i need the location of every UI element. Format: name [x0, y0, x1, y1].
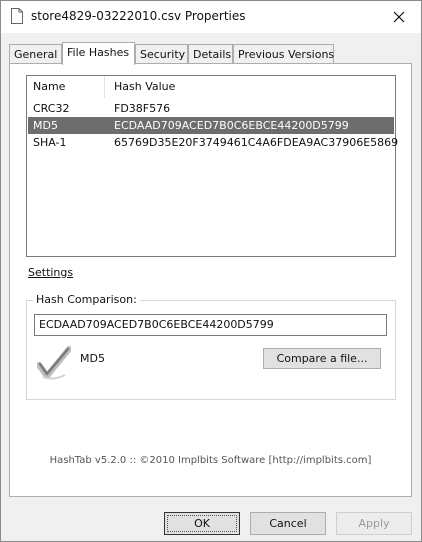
hash-name: MD5: [33, 119, 58, 132]
column-header-name[interactable]: Name: [33, 80, 65, 93]
hash-name: SHA-1: [33, 136, 67, 149]
window-title: store4829-03222010.csv Properties: [31, 9, 246, 23]
list-item[interactable]: CRC32 FD38F576: [28, 100, 394, 117]
tab-details[interactable]: Details: [188, 44, 233, 63]
properties-window: store4829-03222010.csv Properties Genera…: [0, 0, 422, 542]
column-separator[interactable]: [104, 76, 105, 98]
match-algorithm-label: MD5: [80, 352, 105, 365]
list-header: Name Hash Value: [27, 76, 395, 98]
file-hashes-panel: Name Hash Value CRC32 FD38F576 MD5 ECDAA…: [9, 63, 412, 497]
list-item[interactable]: SHA-1 65769D35E20F3749461C4A6FDEA9AC3790…: [28, 134, 398, 151]
tab-file-hashes[interactable]: File Hashes: [62, 42, 135, 65]
apply-button[interactable]: Apply: [336, 512, 412, 535]
ok-button[interactable]: OK: [164, 512, 240, 535]
hashtab-credits: HashTab v5.2.0 :: ©2010 Implbits Softwar…: [49, 455, 372, 466]
focus-rectangle: [167, 515, 237, 532]
tab-previous-versions[interactable]: Previous Versions: [233, 44, 334, 63]
checkmark-icon: [37, 346, 71, 380]
list-item-selected[interactable]: MD5 ECDAAD709ACED7B0C6EBCE44200D5799: [28, 117, 394, 134]
column-header-hash-value[interactable]: Hash Value: [114, 80, 175, 93]
hash-comparison-input[interactable]: ECDAAD709ACED7B0C6EBCE44200D5799: [34, 314, 387, 336]
hash-value: ECDAAD709ACED7B0C6EBCE44200D5799: [114, 119, 349, 132]
tab-security[interactable]: Security: [135, 44, 188, 63]
hash-comparison-group: Hash Comparison: ECDAAD709ACED7B0C6EBCE4…: [26, 293, 396, 400]
hash-name: CRC32: [33, 102, 70, 115]
close-button[interactable]: [377, 1, 421, 33]
settings-link[interactable]: Settings: [28, 266, 73, 279]
close-icon: [393, 11, 405, 23]
cancel-button[interactable]: Cancel: [250, 512, 326, 535]
hash-value: 65769D35E20F3749461C4A6FDEA9AC37906E5869: [114, 136, 399, 149]
file-icon: [11, 8, 23, 24]
tab-general[interactable]: General: [9, 44, 62, 63]
compare-file-button[interactable]: Compare a file...: [263, 348, 381, 369]
hash-list[interactable]: Name Hash Value CRC32 FD38F576 MD5 ECDAA…: [26, 75, 398, 257]
hash-value: FD38F576: [114, 102, 171, 115]
hash-comparison-label: Hash Comparison:: [33, 293, 140, 306]
tab-strip: General File Hashes Security Details Pre…: [9, 42, 414, 65]
title-bar: store4829-03222010.csv Properties: [1, 1, 421, 33]
